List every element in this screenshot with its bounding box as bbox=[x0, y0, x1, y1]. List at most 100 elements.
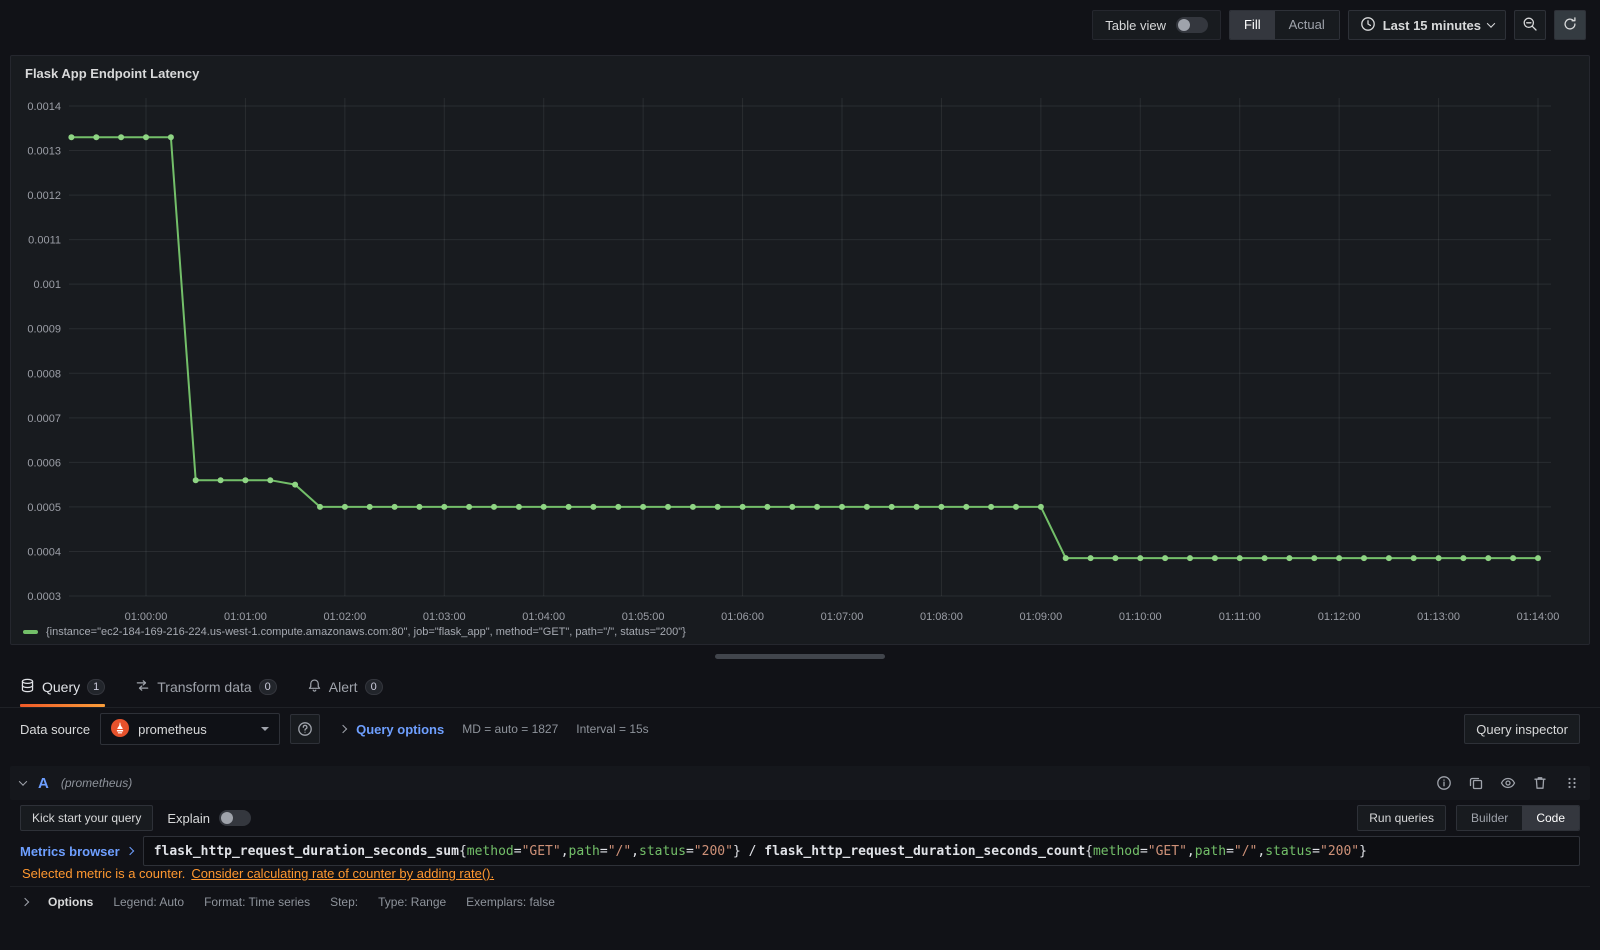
options-type: Type: Range bbox=[378, 894, 447, 909]
toggle-knob bbox=[1177, 19, 1190, 31]
datasource-label: Data source bbox=[20, 721, 91, 737]
database-icon bbox=[20, 678, 35, 696]
transform-icon bbox=[135, 678, 150, 696]
panel-resize-handle[interactable] bbox=[715, 654, 885, 659]
refresh-icon bbox=[1562, 16, 1578, 35]
query-options-chevron-icon[interactable] bbox=[338, 724, 348, 734]
fill-option-button[interactable]: Fill bbox=[1229, 11, 1275, 39]
svg-text:0.0011: 0.0011 bbox=[28, 235, 61, 247]
toggle-knob bbox=[221, 812, 234, 824]
svg-text:01:06:00: 01:06:00 bbox=[721, 611, 764, 623]
svg-text:01:08:00: 01:08:00 bbox=[920, 611, 963, 623]
table-view-group: Table view bbox=[1092, 10, 1221, 40]
svg-text:0.0007: 0.0007 bbox=[27, 413, 61, 425]
svg-text:01:13:00: 01:13:00 bbox=[1417, 611, 1460, 623]
svg-text:01:01:00: 01:01:00 bbox=[224, 611, 267, 623]
options-step: Step: bbox=[330, 894, 359, 909]
chart-panel: Flask App Endpoint Latency 0.0014 0.0013 0… bbox=[10, 55, 1590, 645]
time-range-picker[interactable]: Last 15 minutes bbox=[1347, 10, 1506, 40]
time-range-label: Last 15 minutes bbox=[1382, 17, 1481, 33]
query-line: Metrics browser flask_http_request_durat… bbox=[10, 836, 1590, 866]
promql-query-text: flask_http_request_duration_seconds_sum{… bbox=[153, 843, 1367, 859]
query-datasource-hint: (prometheus) bbox=[60, 776, 133, 790]
svg-text:01:11:00: 01:11:00 bbox=[1219, 611, 1261, 623]
options-exemplars: Exemplars: false bbox=[466, 894, 555, 909]
counter-warning: Selected metric is a counter. Consider c… bbox=[22, 866, 494, 881]
clock-icon bbox=[1360, 16, 1376, 35]
query-ref-id[interactable]: A bbox=[38, 775, 49, 792]
datasource-row: Data source prometheus Query options MD … bbox=[10, 712, 1590, 746]
svg-text:01:10:00: 01:10:00 bbox=[1119, 611, 1162, 623]
svg-text:0.0013: 0.0013 bbox=[27, 146, 61, 158]
metrics-browser-label: Metrics browser bbox=[20, 843, 120, 859]
options-label: Options bbox=[48, 894, 94, 909]
info-circle-icon bbox=[1437, 776, 1451, 790]
svg-text:01:07:00: 01:07:00 bbox=[821, 611, 864, 623]
datasource-name: prometheus bbox=[138, 721, 207, 737]
query-inspector-button[interactable]: Query inspector bbox=[1464, 714, 1580, 744]
metrics-browser-toggle[interactable]: Metrics browser bbox=[20, 843, 134, 859]
datasource-select[interactable]: prometheus bbox=[100, 713, 281, 745]
query-row-header: A (prometheus) bbox=[10, 766, 1590, 800]
svg-text:01:14:00: 01:14:00 bbox=[1517, 611, 1560, 623]
chart-legend[interactable]: {instance="ec2-184-169-216-224.us-west-1… bbox=[23, 626, 686, 638]
svg-text:01:00:00: 01:00:00 bbox=[125, 611, 168, 623]
query-actions-row: Kick start your query Explain Run querie… bbox=[10, 804, 1590, 832]
hide-response-button[interactable] bbox=[1500, 775, 1516, 791]
duplicate-query-button[interactable] bbox=[1468, 775, 1484, 791]
collapse-chevron-icon[interactable] bbox=[18, 777, 28, 786]
builder-code-group: Builder Code bbox=[1455, 805, 1580, 831]
latency-time-series-chart[interactable]: 0.0014 0.0013 0.0012 0.0011 0.001 0.0009 0.000… bbox=[11, 88, 1591, 633]
zoom-out-button[interactable] bbox=[1514, 10, 1546, 40]
tab-alert-label: Alert bbox=[328, 678, 358, 695]
run-queries-button[interactable]: Run queries bbox=[1357, 805, 1446, 831]
chevron-right-icon bbox=[20, 897, 30, 906]
tab-alert[interactable]: Alert 0 bbox=[307, 666, 383, 707]
legend-color-swatch bbox=[23, 630, 38, 634]
remove-query-button[interactable] bbox=[1532, 775, 1548, 791]
svg-text:0.0005: 0.0005 bbox=[27, 502, 61, 514]
chevron-down-icon bbox=[1486, 19, 1496, 28]
svg-text:01:03:00: 01:03:00 bbox=[423, 611, 466, 623]
svg-text:01:09:00: 01:09:00 bbox=[1019, 611, 1062, 623]
svg-text:0.0008: 0.0008 bbox=[27, 368, 61, 380]
drag-query-handle[interactable] bbox=[1564, 775, 1580, 791]
svg-text:0.001: 0.001 bbox=[33, 279, 61, 291]
builder-mode-button[interactable]: Builder bbox=[1456, 806, 1523, 830]
legend-series-label: {instance="ec2-184-169-216-224.us-west-1… bbox=[46, 626, 686, 638]
bell-icon bbox=[307, 678, 322, 696]
code-mode-button[interactable]: Code bbox=[1522, 806, 1579, 830]
tab-query-label: Query bbox=[42, 678, 81, 695]
editor-tabs: Query 1 Transform data 0 Alert 0 bbox=[0, 666, 1600, 708]
datasource-help-button[interactable] bbox=[290, 714, 321, 744]
prometheus-icon bbox=[111, 718, 130, 740]
eye-icon bbox=[1500, 777, 1516, 789]
options-legend: Legend: Auto bbox=[113, 894, 185, 909]
panel-title[interactable]: Flask App Endpoint Latency bbox=[11, 56, 1589, 81]
svg-text:0.0003: 0.0003 bbox=[27, 591, 61, 603]
warning-hint-link[interactable]: Consider calculating rate of counter by … bbox=[191, 866, 494, 881]
tab-alert-badge: 0 bbox=[364, 678, 383, 695]
query-options-footer[interactable]: Options Legend: Auto Format: Time series… bbox=[10, 886, 1590, 916]
svg-text:0.0009: 0.0009 bbox=[27, 324, 61, 336]
chevron-right-icon bbox=[125, 846, 134, 856]
svg-text:01:12:00: 01:12:00 bbox=[1318, 611, 1361, 623]
table-view-toggle[interactable] bbox=[1175, 17, 1208, 33]
tab-transform-label: Transform data bbox=[157, 678, 252, 695]
tab-transform-data[interactable]: Transform data 0 bbox=[135, 666, 277, 707]
query-help-button[interactable] bbox=[1436, 775, 1452, 791]
warning-text: Selected metric is a counter. bbox=[22, 866, 186, 881]
tab-query[interactable]: Query 1 bbox=[20, 666, 106, 707]
svg-text:01:04:00: 01:04:00 bbox=[522, 611, 565, 623]
query-options-toggle[interactable]: Query options bbox=[356, 722, 444, 737]
zoom-out-icon bbox=[1522, 16, 1538, 35]
refresh-button[interactable] bbox=[1554, 10, 1586, 40]
kick-start-query-button[interactable]: Kick start your query bbox=[20, 805, 154, 831]
grip-dots-icon bbox=[1568, 777, 1576, 789]
top-toolbar: Table view Fill Actual Last 15 minutes bbox=[0, 0, 1600, 50]
max-data-points-value: MD = auto = 1827 bbox=[462, 722, 559, 736]
actual-option-button[interactable]: Actual bbox=[1274, 11, 1339, 39]
explain-toggle[interactable] bbox=[219, 810, 252, 826]
promql-query-input[interactable]: flask_http_request_duration_seconds_sum{… bbox=[142, 836, 1580, 866]
tab-transform-badge: 0 bbox=[258, 678, 277, 695]
